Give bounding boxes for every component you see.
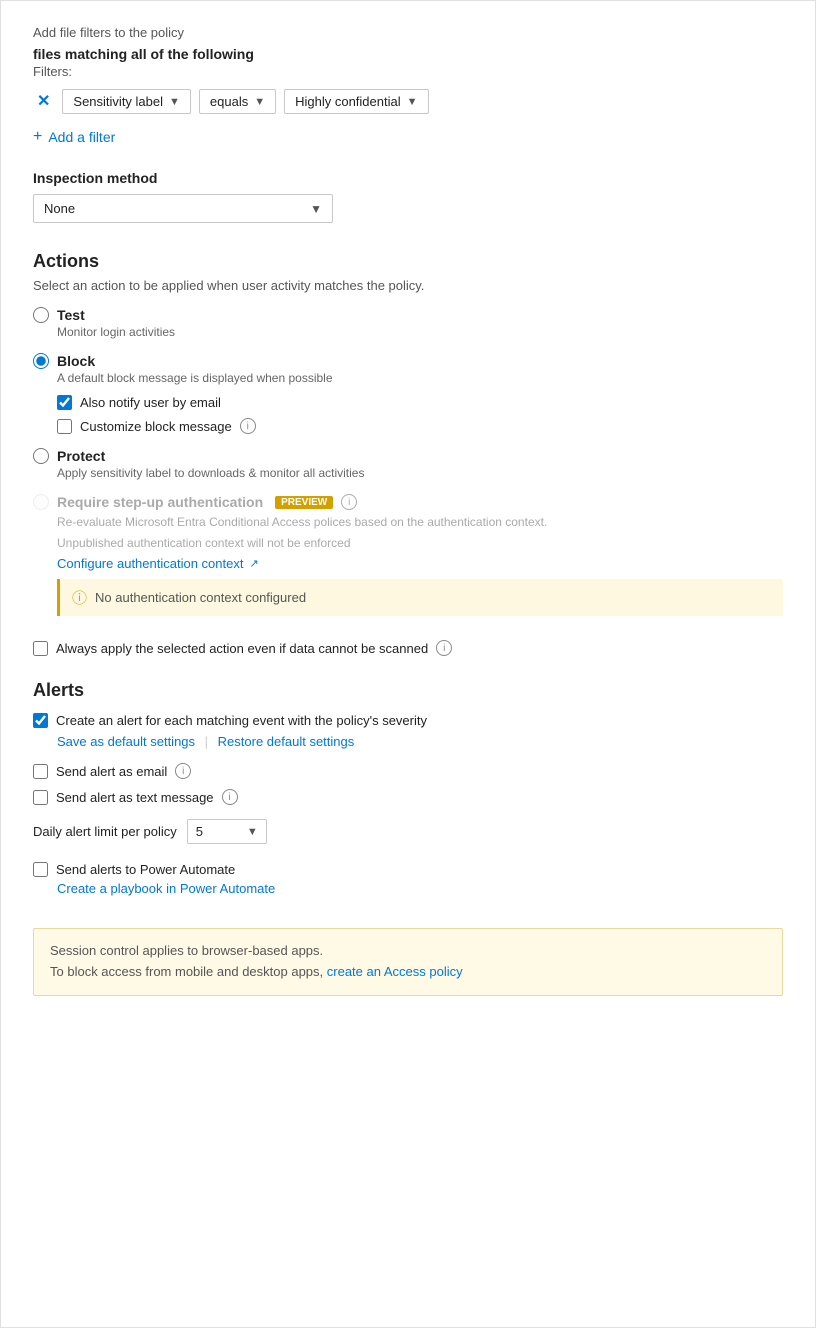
send-email-checkbox[interactable] — [33, 764, 48, 779]
actions-header: Actions — [33, 251, 783, 272]
sensitivity-label-dropdown[interactable]: Sensitivity label ▼ — [62, 89, 191, 114]
notify-email-label: Also notify user by email — [80, 395, 221, 410]
filter-value-arrow: ▼ — [407, 96, 418, 108]
radio-block-input[interactable] — [33, 353, 49, 369]
sensitivity-label-value: Sensitivity label — [73, 94, 163, 109]
filter-value-text: Highly confidential — [295, 94, 401, 109]
remove-filter-button[interactable]: ✕ — [33, 94, 54, 110]
customize-block-info-icon[interactable]: i — [240, 418, 256, 434]
separator: | — [205, 734, 208, 749]
radio-stepup-label: Require step-up authentication — [57, 494, 263, 510]
alerts-header: Alerts — [33, 680, 783, 701]
always-apply-info-icon[interactable]: i — [436, 640, 452, 656]
actions-desc: Select an action to be applied when user… — [33, 278, 783, 293]
filters-label: Filters: — [33, 64, 783, 79]
operator-arrow: ▼ — [254, 96, 265, 108]
save-default-button[interactable]: Save as default settings — [57, 734, 195, 749]
daily-limit-arrow: ▼ — [247, 826, 258, 838]
send-email-label: Send alert as email — [56, 764, 167, 779]
inspection-method-dropdown[interactable]: None ▼ — [33, 194, 333, 223]
configure-auth-link[interactable]: Configure authentication context ↗ — [57, 556, 783, 571]
operator-value: equals — [210, 94, 248, 109]
power-automate-checkbox[interactable] — [33, 862, 48, 877]
sensitivity-label-arrow: ▼ — [169, 96, 180, 108]
create-access-policy-link[interactable]: create an Access policy — [327, 964, 463, 979]
inspection-method-label: Inspection method — [33, 170, 783, 186]
daily-limit-value: 5 — [196, 824, 203, 839]
create-alert-checkbox[interactable] — [33, 713, 48, 728]
preview-badge: PREVIEW — [275, 496, 333, 509]
configure-auth-label: Configure authentication context — [57, 556, 243, 571]
radio-protect-input[interactable] — [33, 448, 49, 464]
restore-default-button[interactable]: Restore default settings — [218, 734, 355, 749]
send-email-info-icon[interactable]: i — [175, 763, 191, 779]
operator-dropdown[interactable]: equals ▼ — [199, 89, 276, 114]
radio-stepup-input[interactable] — [33, 494, 49, 510]
radio-protect-desc: Apply sensitivity label to downloads & m… — [57, 466, 783, 480]
daily-limit-label: Daily alert limit per policy — [33, 824, 177, 839]
matching-text: files matching all of the following — [33, 46, 783, 62]
power-automate-label: Send alerts to Power Automate — [56, 862, 235, 877]
notify-email-checkbox[interactable] — [57, 395, 72, 410]
warning-icon: ⓘ — [72, 587, 87, 608]
radio-item-protect: Protect Apply sensitivity label to downl… — [33, 448, 783, 480]
always-apply-checkbox[interactable] — [33, 641, 48, 656]
stepup-info-icon[interactable]: i — [341, 494, 357, 510]
filter-value-dropdown[interactable]: Highly confidential ▼ — [284, 89, 428, 114]
external-link-icon: ↗ — [249, 557, 258, 570]
radio-test-label: Test — [57, 307, 85, 323]
radio-block-desc: A default block message is displayed whe… — [57, 371, 783, 385]
add-filter-title: Add file filters to the policy — [33, 25, 783, 40]
session-notice: Session control applies to browser-based… — [33, 928, 783, 996]
send-text-label: Send alert as text message — [56, 790, 214, 805]
settings-links: Save as default settings | Restore defau… — [57, 734, 783, 749]
radio-block-label: Block — [57, 353, 95, 369]
session-notice-line1: Session control applies to browser-based… — [50, 943, 323, 958]
add-filter-label: Add a filter — [48, 129, 115, 145]
auth-warning-text: No authentication context configured — [95, 590, 306, 605]
session-notice-line2: To block access from mobile and desktop … — [50, 964, 323, 979]
plus-icon: + — [33, 128, 42, 146]
radio-item-block: Block A default block message is display… — [33, 353, 783, 434]
auth-warning-box: ⓘ No authentication context configured — [57, 579, 783, 616]
create-alert-label: Create an alert for each matching event … — [56, 713, 427, 728]
send-text-checkbox[interactable] — [33, 790, 48, 805]
customize-block-label: Customize block message — [80, 419, 232, 434]
radio-protect-label: Protect — [57, 448, 105, 464]
radio-test-input[interactable] — [33, 307, 49, 323]
create-playbook-link[interactable]: Create a playbook in Power Automate — [57, 881, 783, 896]
send-text-info-icon[interactable]: i — [222, 789, 238, 805]
power-automate-section: Send alerts to Power Automate Create a p… — [33, 862, 783, 896]
customize-block-checkbox[interactable] — [57, 419, 72, 434]
add-filter-button[interactable]: + Add a filter — [33, 128, 115, 146]
always-apply-label: Always apply the selected action even if… — [56, 641, 428, 656]
radio-test-desc: Monitor login activities — [57, 325, 783, 339]
always-apply-row: Always apply the selected action even if… — [33, 640, 783, 656]
radio-item-test: Test Monitor login activities — [33, 307, 783, 339]
stepup-desc1: Re-evaluate Microsoft Entra Conditional … — [57, 513, 783, 531]
stepup-desc2: Unpublished authentication context will … — [57, 534, 783, 552]
inspection-method-arrow: ▼ — [310, 202, 322, 216]
inspection-method-value: None — [44, 201, 75, 216]
daily-limit-dropdown[interactable]: 5 ▼ — [187, 819, 267, 844]
radio-item-stepup: Require step-up authentication PREVIEW i… — [33, 494, 783, 616]
